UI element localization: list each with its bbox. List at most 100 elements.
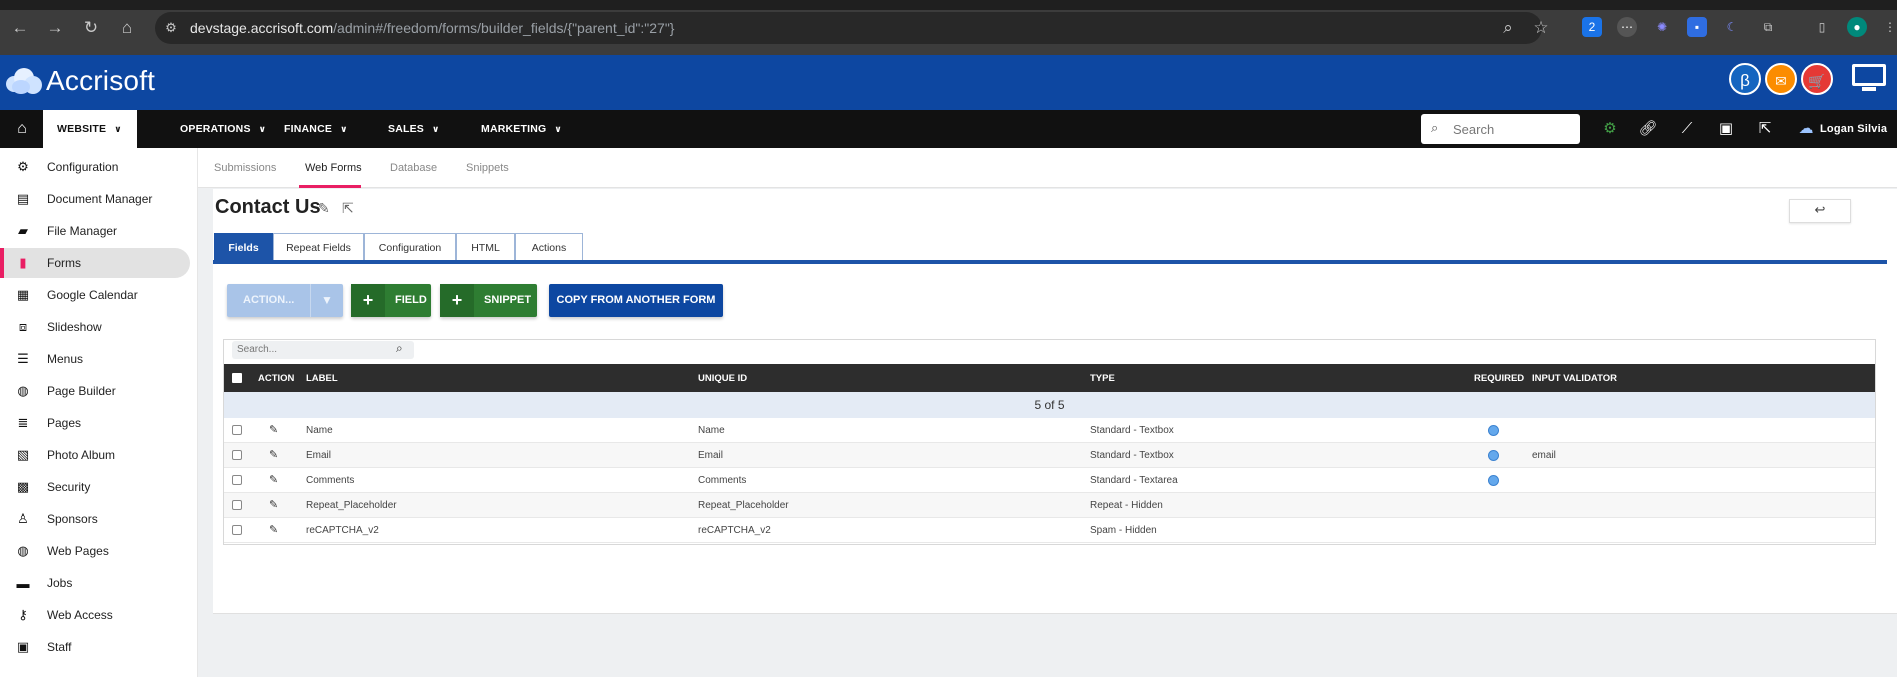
nav-finance[interactable]: FINANCE ∨: [284, 110, 348, 148]
row-checkbox[interactable]: [232, 450, 242, 460]
table-row[interactable]: ✎ Repeat_Placeholder Repeat_Placeholder …: [224, 493, 1875, 518]
reload-icon[interactable]: ↻: [80, 17, 102, 39]
bookmark-star-icon[interactable]: ☆: [1530, 17, 1552, 39]
column-header-required[interactable]: REQUIRED: [1474, 373, 1524, 384]
pencil-edit-icon[interactable]: ✎: [269, 423, 278, 436]
sidebar-item-jobs[interactable]: ▬ Jobs: [0, 568, 190, 598]
add-snippet-button[interactable]: + SNIPPET: [440, 284, 537, 317]
subtab-submissions[interactable]: Submissions: [214, 162, 276, 174]
extension-icon[interactable]: ▪: [1687, 17, 1707, 37]
add-field-button[interactable]: + FIELD: [351, 284, 431, 317]
cell-type: Standard - Textarea: [1090, 475, 1178, 486]
sidepanel-icon[interactable]: ▯: [1812, 17, 1832, 37]
extension-icon[interactable]: ☾: [1722, 17, 1742, 37]
back-arrow-icon[interactable]: ←: [9, 17, 31, 39]
row-checkbox[interactable]: [232, 475, 242, 485]
search-icon[interactable]: ⌕: [396, 341, 403, 356]
table-search-input[interactable]: Search... ⌕: [232, 341, 414, 359]
action-dropdown-button[interactable]: ACTION... ▼: [227, 284, 343, 317]
sidebar-item-page-builder[interactable]: ◍ Page Builder: [0, 376, 190, 406]
sidebar-item-label: Security: [47, 480, 91, 494]
table-row[interactable]: ✎ Name Name Standard - Textbox: [224, 418, 1875, 443]
sidebar-item-staff[interactable]: ▣ Staff: [0, 632, 190, 662]
extension-icon[interactable]: 2: [1582, 17, 1602, 37]
sidebar-item-security[interactable]: ▩ Security: [0, 472, 190, 502]
pencil-edit-icon[interactable]: ✎: [269, 473, 278, 486]
subtab-web-forms[interactable]: Web Forms: [305, 162, 362, 174]
sidebar-item-photo-album[interactable]: ▧ Photo Album: [0, 440, 190, 470]
tab-fields[interactable]: Fields: [214, 233, 273, 261]
column-header-type[interactable]: TYPE: [1090, 373, 1115, 384]
pencil-edit-icon[interactable]: ✎: [269, 448, 278, 461]
back-button[interactable]: ↩: [1789, 199, 1851, 223]
extension-icon[interactable]: ✺: [1652, 17, 1672, 37]
beta-badge-icon[interactable]: β: [1729, 63, 1761, 95]
tab-actions[interactable]: Actions: [515, 233, 583, 261]
external-link-icon[interactable]: ⇱: [1754, 118, 1776, 140]
table-row[interactable]: ✎ Comments Comments Standard - Textarea: [224, 468, 1875, 493]
sidebar-item-google-calendar[interactable]: ▦ Google Calendar: [0, 280, 190, 310]
tab-html[interactable]: HTML: [456, 233, 515, 261]
table-row[interactable]: ✎ reCAPTCHA_v2 reCAPTCHA_v2 Spam - Hidde…: [224, 518, 1875, 543]
column-header-action[interactable]: ACTION: [258, 373, 294, 384]
row-checkbox[interactable]: [232, 425, 242, 435]
puzzle-icon[interactable]: ⧉: [1758, 17, 1778, 37]
pencil-edit-icon[interactable]: ✎: [269, 498, 278, 511]
sidebar: ⚙ Configuration ▤ Document Manager ▰ File M…: [0, 148, 198, 677]
url-text[interactable]: devstage.accrisoft.com/admin#/freedom/fo…: [190, 20, 674, 36]
global-search-input[interactable]: ⌕ Search: [1421, 114, 1580, 144]
caret-down-icon: ▼: [321, 293, 333, 307]
row-checkbox[interactable]: [232, 500, 242, 510]
row-checkbox[interactable]: [232, 525, 242, 535]
sidebar-item-label: Photo Album: [47, 448, 116, 462]
sidebar-item-document-manager[interactable]: ▤ Document Manager: [0, 184, 190, 214]
mail-badge-icon[interactable]: ✉: [1765, 63, 1797, 95]
monitor-icon[interactable]: [1852, 64, 1886, 92]
tab-repeat-fields[interactable]: Repeat Fields: [273, 233, 364, 261]
zoom-icon[interactable]: ⌕: [1497, 17, 1519, 39]
sidebar-item-configuration[interactable]: ⚙ Configuration: [0, 152, 190, 182]
home-icon[interactable]: ⌂: [116, 17, 138, 39]
extension-icon[interactable]: ⋯: [1617, 17, 1637, 37]
user-cloud-icon[interactable]: ☁: [1795, 118, 1817, 140]
sidebar-item-web-pages[interactable]: ◍ Web Pages: [0, 536, 190, 566]
pencil-edit-icon[interactable]: ✎: [269, 523, 278, 536]
accrisoft-logo[interactable]: Accrisoft: [6, 64, 155, 98]
site-info-icon[interactable]: ⚙: [160, 17, 182, 39]
sidebar-item-slideshow[interactable]: ⧈ Slideshow: [0, 312, 190, 342]
copy-from-form-button[interactable]: COPY FROM ANOTHER FORM: [549, 284, 723, 317]
active-subtab-indicator: [299, 185, 361, 188]
column-header-unique-id[interactable]: UNIQUE ID: [698, 373, 747, 384]
snippet-label: SNIPPET: [484, 294, 532, 306]
nav-operations[interactable]: OPERATIONS ∨: [180, 110, 266, 148]
table-row[interactable]: ✎ Email Email Standard - Textbox email: [224, 443, 1875, 468]
user-name[interactable]: Logan Silvia: [1820, 110, 1887, 148]
link-icon[interactable]: 🔗︎: [1637, 118, 1659, 140]
sidebar-item-forms[interactable]: ▮ Forms: [0, 248, 190, 278]
cell-type: Spam - Hidden: [1090, 525, 1157, 536]
id-card-icon[interactable]: ▣: [1715, 118, 1737, 140]
forward-arrow-icon[interactable]: →: [44, 17, 66, 39]
column-header-input-validator[interactable]: INPUT VALIDATOR: [1532, 373, 1617, 384]
external-link-icon[interactable]: ⇱: [342, 200, 354, 217]
column-header-label[interactable]: LABEL: [306, 373, 338, 384]
sidebar-item-menus[interactable]: ☰ Menus: [0, 344, 190, 374]
home-nav-icon[interactable]: ⌂: [10, 110, 34, 148]
nav-sales[interactable]: SALES ∨: [388, 110, 440, 148]
sidebar-item-sponsors[interactable]: ♙ Sponsors: [0, 504, 190, 534]
pencil-edit-icon[interactable]: ✎: [318, 200, 330, 217]
nav-marketing[interactable]: MARKETING ∨: [481, 110, 562, 148]
tab-configuration[interactable]: Configuration: [364, 233, 456, 261]
subtab-snippets[interactable]: Snippets: [466, 162, 509, 174]
sidebar-item-web-access[interactable]: ⚷ Web Access: [0, 600, 190, 630]
chart-line-icon[interactable]: ⟋: [1676, 118, 1698, 140]
select-all-checkbox[interactable]: [232, 373, 242, 383]
cart-badge-icon[interactable]: 🛒: [1801, 63, 1833, 95]
sidebar-item-file-manager[interactable]: ▰ File Manager: [0, 216, 190, 246]
kebab-menu-icon[interactable]: ⋮: [1880, 17, 1897, 37]
gear-icon[interactable]: ⚙: [1599, 118, 1621, 140]
nav-website[interactable]: WEBSITE ∨: [43, 110, 137, 148]
profile-avatar-icon[interactable]: ●: [1847, 17, 1867, 37]
sidebar-item-pages[interactable]: ≣ Pages: [0, 408, 190, 438]
subtab-database[interactable]: Database: [390, 162, 437, 174]
